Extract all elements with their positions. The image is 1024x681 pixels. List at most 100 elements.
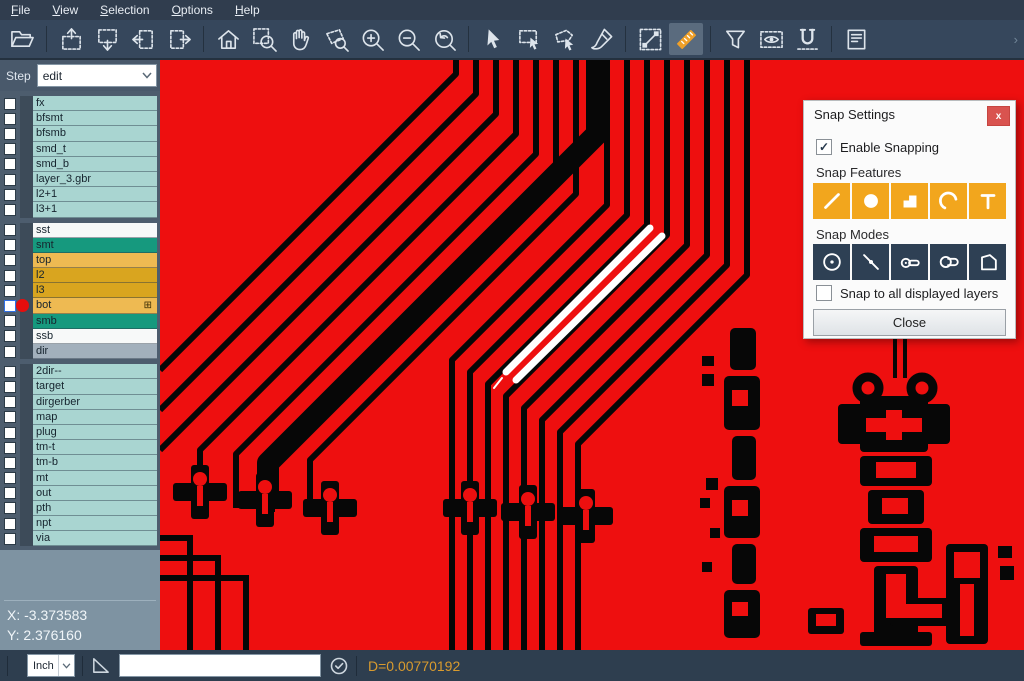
menu-file[interactable]: File — [0, 0, 41, 20]
layer-name[interactable]: top — [33, 253, 157, 268]
layer-row-l2[interactable]: l2 — [0, 268, 160, 283]
zoom-polygon-button[interactable] — [319, 23, 353, 55]
layer-row-layer_3.gbr[interactable]: layer_3.gbr — [0, 172, 160, 187]
zoom-in-button[interactable] — [355, 23, 389, 55]
chevron-down-icon[interactable] — [138, 65, 156, 86]
layer-name[interactable]: pth — [33, 501, 157, 516]
layer-visibility-checkbox[interactable] — [4, 487, 16, 499]
layer-visibility-checkbox[interactable] — [4, 427, 16, 439]
layer-name[interactable]: dir — [33, 344, 157, 359]
snap-line-point-button[interactable] — [852, 244, 889, 280]
open-folder-button[interactable] — [5, 23, 39, 55]
layer-name[interactable]: tm-t — [33, 440, 157, 455]
layer-name[interactable]: l3+1 — [33, 202, 157, 217]
layer-visibility-checkbox[interactable] — [4, 442, 16, 454]
layer-visibility-checkbox[interactable] — [4, 285, 16, 297]
select-polygon-button[interactable] — [548, 23, 582, 55]
layer-row-l2+1[interactable]: l2+1 — [0, 187, 160, 202]
shift-left-button[interactable] — [126, 23, 160, 55]
layer-visibility-checkbox[interactable] — [4, 300, 16, 312]
snap-center-button[interactable] — [813, 244, 850, 280]
layer-row-map[interactable]: map — [0, 410, 160, 425]
layer-visibility-checkbox[interactable] — [4, 315, 16, 327]
snap-magnet-button[interactable] — [790, 23, 824, 55]
layer-visibility-checkbox[interactable] — [4, 98, 16, 110]
shift-up-button[interactable] — [54, 23, 88, 55]
layer-name[interactable]: smd_t — [33, 142, 157, 157]
snap-surface-button[interactable] — [891, 183, 928, 219]
layer-name[interactable]: smb — [33, 314, 157, 329]
measure-line-button[interactable] — [633, 23, 667, 55]
layer-name[interactable]: mt — [33, 471, 157, 486]
layer-row-dir[interactable]: dir — [0, 344, 160, 359]
layer-visibility-checkbox[interactable] — [4, 239, 16, 251]
layer-row-plug[interactable]: plug — [0, 425, 160, 440]
layer-row-fx[interactable]: fx — [0, 96, 160, 111]
clean-brush-button[interactable] — [584, 23, 618, 55]
step-select[interactable]: edit — [37, 64, 157, 87]
select-rect-button[interactable] — [512, 23, 546, 55]
layer-visibility-checkbox[interactable] — [4, 411, 16, 423]
ruler-button[interactable] — [669, 23, 703, 55]
layer-row-smd_b[interactable]: smd_b — [0, 157, 160, 172]
layer-name[interactable]: sst — [33, 223, 157, 238]
layer-name[interactable]: tm-b — [33, 455, 157, 470]
layer-name[interactable]: out — [33, 486, 157, 501]
layer-visibility-checkbox[interactable] — [4, 270, 16, 282]
zoom-previous-button[interactable] — [427, 23, 461, 55]
layer-visibility-checkbox[interactable] — [4, 143, 16, 155]
shift-down-button[interactable] — [90, 23, 124, 55]
layer-row-target[interactable]: target — [0, 379, 160, 394]
layer-visibility-checkbox[interactable] — [4, 224, 16, 236]
view-visibility-button[interactable] — [754, 23, 788, 55]
snap-pad-button[interactable] — [852, 183, 889, 219]
zoom-window-button[interactable] — [247, 23, 281, 55]
layer-name[interactable]: smd_b — [33, 157, 157, 172]
layer-name[interactable]: 2dir-- — [33, 364, 157, 379]
layer-row-npt[interactable]: npt — [0, 516, 160, 531]
select-arrow-button[interactable] — [476, 23, 510, 55]
layer-name[interactable]: via — [33, 531, 157, 546]
layer-visibility-checkbox[interactable] — [4, 204, 16, 216]
all-layers-checkbox[interactable] — [816, 285, 832, 301]
menu-help[interactable]: Help — [224, 0, 271, 20]
layer-row-tm-b[interactable]: tm-b — [0, 455, 160, 470]
close-button[interactable]: Close — [813, 309, 1006, 336]
report-button[interactable] — [839, 23, 873, 55]
toolbar-overflow-chevron-icon[interactable]: › — [1014, 32, 1018, 47]
snap-slot-button[interactable] — [930, 244, 967, 280]
layer-name[interactable]: ssb — [33, 329, 157, 344]
layer-row-bfsmb[interactable]: bfsmb — [0, 126, 160, 141]
layer-name[interactable]: plug — [33, 425, 157, 440]
layer-row-l3[interactable]: l3 — [0, 283, 160, 298]
filter-button[interactable] — [718, 23, 752, 55]
unit-select[interactable]: Inch — [27, 654, 75, 677]
layer-row-dirgerber[interactable]: dirgerber — [0, 395, 160, 410]
layer-row-via[interactable]: via — [0, 531, 160, 546]
layer-visibility-checkbox[interactable] — [4, 502, 16, 514]
snap-arc-button[interactable] — [930, 183, 967, 219]
snap-text-button[interactable] — [969, 183, 1006, 219]
menu-selection[interactable]: Selection — [89, 0, 160, 20]
dialog-close-button[interactable]: x — [987, 106, 1010, 126]
layer-visibility-checkbox[interactable] — [4, 381, 16, 393]
layer-name[interactable]: l2+1 — [33, 187, 157, 202]
snap-slot-key-button[interactable] — [891, 244, 928, 280]
shift-right-button[interactable] — [162, 23, 196, 55]
layer-row-bot[interactable]: bot⊞ — [0, 298, 160, 313]
layer-row-smd_t[interactable]: smd_t — [0, 142, 160, 157]
menu-view[interactable]: View — [41, 0, 89, 20]
layer-name[interactable]: layer_3.gbr — [33, 172, 157, 187]
layer-row-2dir--[interactable]: 2dir-- — [0, 364, 160, 379]
layer-visibility-checkbox[interactable] — [4, 174, 16, 186]
angle-icon[interactable] — [90, 655, 111, 676]
layer-row-bfsmt[interactable]: bfsmt — [0, 111, 160, 126]
layer-row-pth[interactable]: pth — [0, 501, 160, 516]
layer-row-mt[interactable]: mt — [0, 471, 160, 486]
layer-name[interactable]: npt — [33, 516, 157, 531]
layer-visibility-checkbox[interactable] — [4, 518, 16, 530]
layer-row-ssb[interactable]: ssb — [0, 329, 160, 344]
layer-visibility-checkbox[interactable] — [4, 346, 16, 358]
layer-name[interactable]: smt — [33, 238, 157, 253]
layer-row-top[interactable]: top — [0, 253, 160, 268]
